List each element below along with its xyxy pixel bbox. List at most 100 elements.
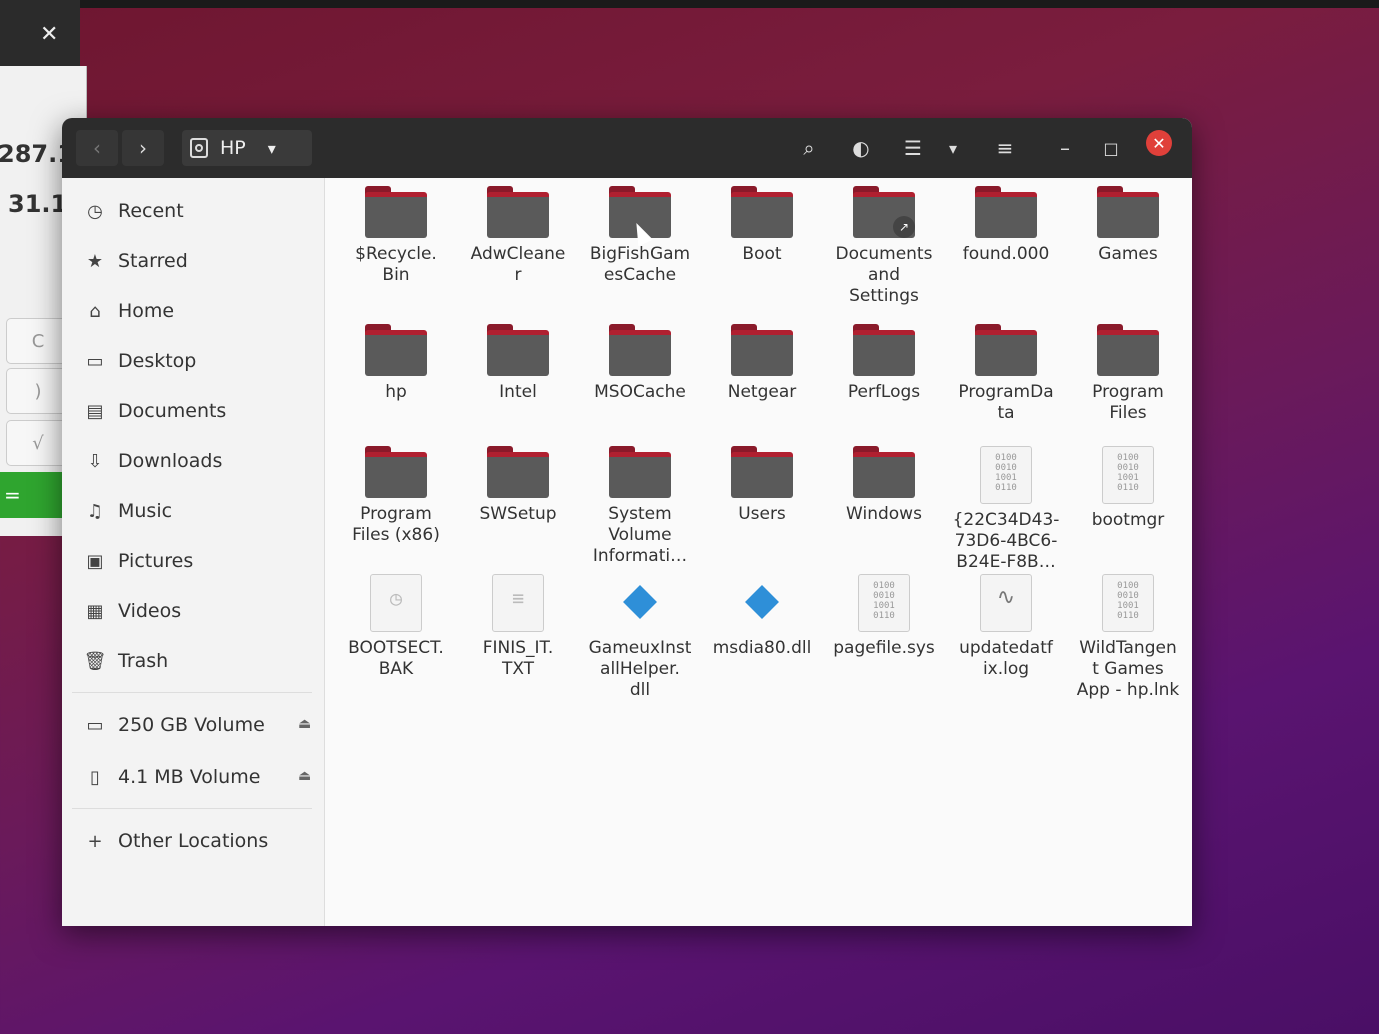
file-name-label: hp: [385, 382, 407, 402]
folder-item[interactable]: Boot: [702, 186, 822, 265]
folder-icon: [609, 446, 671, 498]
file-name-label: PerfLogs: [847, 382, 921, 402]
trash-icon: 🗑: [83, 650, 107, 672]
forward-button[interactable]: ›: [122, 130, 164, 166]
folder-item[interactable]: ↗ Documents and Settings: [824, 186, 944, 307]
folder-item[interactable]: MSOCache: [580, 324, 700, 403]
sidebar-item-desktop[interactable]: ▭ Desktop: [82, 344, 196, 378]
folder-icon: [1097, 324, 1159, 376]
sort-dropdown-icon[interactable]: ▾: [940, 130, 966, 166]
file-name-label: Windows: [846, 504, 922, 524]
file-item[interactable]: 0100 0010 1001 0110 {22C34D43- 73D6-4BC6-…: [946, 446, 1066, 573]
list-view-icon[interactable]: ☰: [896, 130, 930, 166]
file-name-label: MSOCache: [594, 382, 686, 402]
sidebar-item-videos[interactable]: ▦ Videos: [82, 594, 181, 628]
chevron-down-icon[interactable]: ▾: [268, 139, 276, 158]
sidebar-item-other-locations[interactable]: + Other Locations: [82, 824, 268, 858]
folder-icon: [1097, 186, 1159, 238]
file-name-label: Program Files: [1092, 382, 1164, 423]
file-item[interactable]: 0100 0010 1001 0110 WildTangen t Games Ap…: [1068, 574, 1188, 701]
sidebar: ◷ Recent ★ Starred ⌂ Home ▭ Desktop ▤ Documen…: [62, 178, 325, 926]
sidebar-item-starred[interactable]: ★ Starred: [82, 244, 188, 278]
sidebar-divider: [72, 692, 312, 693]
folder-item[interactable]: SWSetup: [458, 446, 578, 525]
calculator-value-2: 31.1: [8, 190, 68, 218]
home-icon: ⌂: [89, 300, 101, 322]
file-item[interactable]: 0100 0010 1001 0110 bootmgr: [1068, 446, 1188, 531]
folder-icon: [731, 446, 793, 498]
text-file-icon: ≡: [492, 574, 544, 632]
folder-icon: [365, 324, 427, 376]
sidebar-item-downloads[interactable]: ⇩ Downloads: [82, 444, 222, 478]
file-name-label: Netgear: [727, 382, 797, 402]
file-item[interactable]: 0100 0010 1001 0110 pagefile.sys: [824, 574, 944, 659]
folder-item[interactable]: Users: [702, 446, 822, 525]
file-name-label: FINIS_IT. TXT: [482, 638, 554, 679]
folder-item[interactable]: Netgear: [702, 324, 822, 403]
path-bar[interactable]: HP ▾: [182, 130, 312, 166]
file-name-label: Users: [738, 504, 786, 524]
top-bar: [80, 0, 1379, 8]
sidebar-item-music[interactable]: ♫ Music: [82, 494, 172, 528]
music-icon: ♫: [86, 500, 104, 522]
menu-icon[interactable]: ≡: [988, 130, 1022, 166]
folder-icon: [731, 186, 793, 238]
folder-item[interactable]: AdwCleane r: [458, 186, 578, 286]
sidebar-item-label: Downloads: [118, 450, 223, 472]
folder-item[interactable]: PerfLogs: [824, 324, 944, 403]
folder-item[interactable]: ProgramDa ta: [946, 324, 1066, 424]
file-item[interactable]: msdia80.dll: [702, 574, 822, 659]
close-icon[interactable]: ✕: [40, 22, 58, 47]
sidebar-item-recent[interactable]: ◷ Recent: [82, 194, 184, 228]
file-item[interactable]: ≡ FINIS_IT. TXT: [458, 574, 578, 680]
minimize-button[interactable]: –: [1050, 130, 1080, 166]
view-toggle-icon[interactable]: ◐: [844, 130, 878, 166]
folder-item[interactable]: Games: [1068, 186, 1188, 265]
folder-icon: [487, 324, 549, 376]
folder-item[interactable]: System Volume Informati…: [580, 446, 700, 567]
file-name-label: bootmgr: [1091, 510, 1165, 530]
back-button[interactable]: ‹: [76, 130, 118, 166]
header-bar: ‹ › HP ▾ ⌕ ◐ ☰ ▾ ≡ – □ ✕: [62, 118, 1192, 178]
sidebar-item-pictures[interactable]: ▣ Pictures: [82, 544, 193, 578]
folder-item[interactable]: Intel: [458, 324, 578, 403]
folder-item[interactable]: hp: [336, 324, 456, 403]
film-icon: ▦: [86, 600, 104, 622]
sidebar-item-4mb-volume[interactable]: ▯ 4.1 MB Volume: [82, 760, 260, 794]
sidebar-item-250gb-volume[interactable]: ▭ 250 GB Volume: [82, 708, 265, 742]
file-item[interactable]: ∿ updatedatf ix.log: [946, 574, 1066, 680]
search-icon[interactable]: ⌕: [792, 130, 826, 166]
eject-icon[interactable]: ⏏: [298, 716, 311, 732]
maximize-button[interactable]: □: [1096, 130, 1126, 166]
calculator-key-sqrt[interactable]: √: [6, 420, 70, 466]
folder-item[interactable]: $Recycle. Bin: [336, 186, 456, 286]
backup-file-icon: ◷: [370, 574, 422, 632]
folder-item[interactable]: Windows: [824, 446, 944, 525]
eject-icon[interactable]: ⏏: [298, 768, 311, 784]
folder-item[interactable]: found.000: [946, 186, 1066, 265]
calculator-key-clear[interactable]: C: [6, 318, 70, 364]
folder-item[interactable]: Program Files (x86): [336, 446, 456, 546]
file-name-label: updatedatf ix.log: [959, 638, 1053, 679]
file-item[interactable]: ◷ BOOTSECT. BAK: [336, 574, 456, 680]
file-name-label: System Volume Informati…: [592, 504, 688, 566]
sidebar-item-label: Music: [118, 500, 173, 522]
file-name-label: Boot: [742, 244, 782, 264]
sidebar-item-home[interactable]: ⌂ Home: [82, 294, 174, 328]
sidebar-item-documents[interactable]: ▤ Documents: [82, 394, 226, 428]
sidebar-item-label: 250 GB Volume: [118, 714, 265, 736]
sidebar-item-label: Starred: [118, 250, 188, 272]
file-name-label: Intel: [499, 382, 537, 402]
plus-icon: +: [87, 830, 103, 852]
file-grid: $Recycle. Bin AdwCleane r BigFishGam esCac…: [324, 178, 1192, 926]
binary-file-icon: 0100 0010 1001 0110: [1102, 574, 1154, 632]
calculator-key-paren[interactable]: ): [6, 368, 70, 414]
file-name-label: Documents and Settings: [835, 244, 933, 306]
file-item[interactable]: GameuxInst allHelper. dll: [580, 574, 700, 701]
file-name-label: pagefile.sys: [833, 638, 935, 658]
folder-item[interactable]: Program Files: [1068, 324, 1188, 424]
sidebar-item-trash[interactable]: 🗑 Trash: [82, 644, 169, 678]
log-file-icon: ∿: [980, 574, 1032, 632]
file-name-label: Program Files (x86): [352, 504, 440, 545]
close-button[interactable]: ✕: [1146, 130, 1172, 156]
